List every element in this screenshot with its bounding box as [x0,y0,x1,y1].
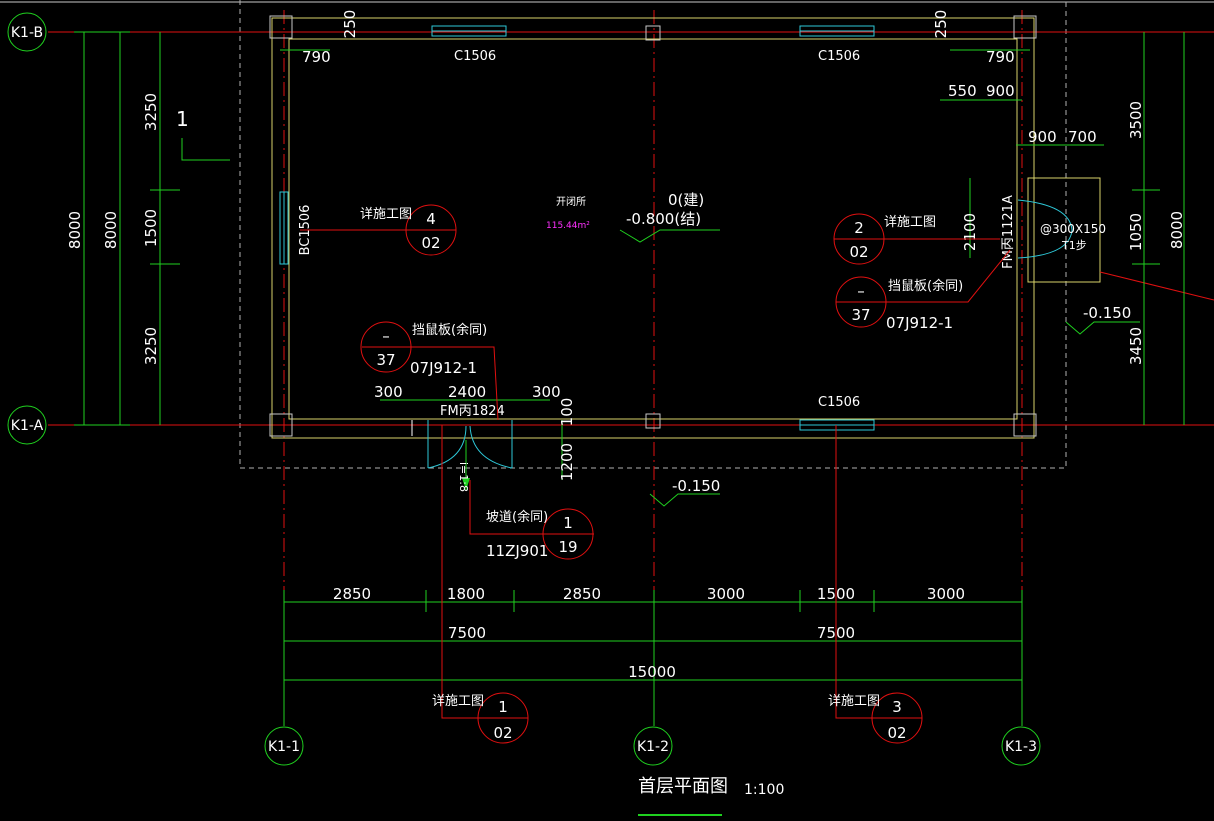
door-label-main: FM丙1824 [440,404,505,419]
dim-left-seg3: 3250 [142,327,160,365]
section-mark-line [181,138,230,161]
dim-1200: 1200 [558,443,576,481]
svg-text:19: 19 [558,538,577,556]
svg-text:4: 4 [426,210,436,228]
svg-text:K1-3: K1-3 [1005,739,1037,755]
room-level-marker [619,229,720,243]
svg-text:1: 1 [498,698,508,716]
axis-bubble-k1-a: K1-A [7,405,47,445]
svg-text:详施工图: 详施工图 [432,694,484,709]
svg-text:2: 2 [854,219,864,237]
callout-detail-3-02: 详施工图 3 02 [828,425,923,744]
svg-text:K1-1: K1-1 [268,739,300,755]
svg-text:详施工图: 详施工图 [360,207,412,222]
svg-text:详施工图: 详施工图 [884,215,936,230]
svg-text:11ZJ901: 11ZJ901 [486,542,548,560]
dim-790-right: 790 [986,48,1015,66]
window-bc1506-left [279,191,289,265]
top-dimension-lines [280,49,1104,480]
window-label-bottom: C1506 [818,395,860,410]
dim-left-total-outer: 8000 [66,211,84,249]
window-c1506-top-right [799,25,875,37]
callout-detail-1-02: 详施工图 1 02 [432,425,529,744]
dim-100: 100 [558,398,576,427]
callout-detail-4-02: 详施工图 4 02 [300,204,457,256]
svg-text:–: – [382,327,390,345]
room-area: 115.44m² [546,221,590,231]
svg-text:K1-2: K1-2 [637,739,669,755]
step-label: T1步 [1061,239,1087,252]
dim-250-right: 250 [932,10,950,39]
svg-text:挡鼠板(余同): 挡鼠板(余同) [888,278,963,294]
svg-text:详施工图: 详施工图 [828,694,880,709]
window-label-top-right: C1506 [818,49,860,64]
bottom-dimension-chains [283,590,1023,726]
dim-right-seg2: 1050 [1127,213,1145,251]
svg-text:02: 02 [887,724,906,742]
svg-text:07J912-1: 07J912-1 [886,314,953,332]
dim-bottom-7500-a: 7500 [448,624,486,642]
dim-bottom-2850-b: 2850 [563,585,601,603]
floor-plan-drawing: K1-B K1-A K1-1 K1-2 K1-3 8000 8000 3250 … [0,0,1214,816]
room-level-structural: -0.800(结) [626,210,701,228]
dim-right-seg3: 3450 [1127,327,1145,365]
dim-300-right: 300 [532,383,561,401]
left-dimension-chain [74,31,180,426]
room-level-architectural: 0(建) [668,191,704,209]
dim-right-total: 8000 [1168,211,1186,249]
svg-text:K1-B: K1-B [11,25,43,41]
svg-text:37: 37 [376,351,395,369]
dim-bottom-1800: 1800 [447,585,485,603]
window-c1506-top-left [431,25,507,37]
dim-bottom-3000-b: 3000 [927,585,965,603]
dim-right-seg1: 3500 [1127,101,1145,139]
svg-text:挡鼠板(余同): 挡鼠板(余同) [412,322,487,338]
svg-text:K1-A: K1-A [11,418,44,434]
svg-text:37: 37 [851,306,870,324]
room-name: 开闭所 [556,195,586,208]
svg-text:–: – [857,282,865,300]
drawing-title: 首层平面图 [638,776,728,797]
drawing-scale: 1:100 [744,782,784,798]
window-label-top-left: C1506 [454,49,496,64]
dim-900-top: 900 [986,82,1015,100]
level-marker-bottom [649,493,720,507]
dim-790-left: 790 [302,48,331,66]
dim-bottom-3000-a: 3000 [707,585,745,603]
dim-300-left: 300 [374,383,403,401]
callout-rat-plate-right: 挡鼠板(余同) – 37 07J912-1 [835,249,1011,332]
svg-text:02: 02 [493,724,512,742]
callout-ramp: 坡道(余同) 1 19 11ZJ901 [469,480,594,560]
ramp-slope: i=1:8 [457,462,470,492]
svg-text:坡道(余同): 坡道(余同) [486,509,548,525]
dim-bottom-15000: 15000 [628,663,676,681]
dim-left-seg2: 1500 [142,209,160,247]
dim-700: 700 [1068,128,1097,146]
svg-text:02: 02 [849,243,868,261]
window-c1506-bottom [799,419,875,431]
axis-bubble-k1-b: K1-B [7,12,47,52]
section-mark: 1 [176,107,189,131]
step-size: @300X150 [1040,222,1106,236]
dim-550: 550 [948,82,977,100]
dim-left-total-inner: 8000 [102,211,120,249]
svg-text:02: 02 [421,234,440,252]
dim-2100: 2100 [961,213,979,251]
axis-bubble-k1-3: K1-3 [1001,726,1041,766]
axis-bubble-k1-1: K1-1 [264,726,304,766]
svg-text:07J912-1: 07J912-1 [410,359,477,377]
svg-text:1: 1 [563,514,573,532]
dim-250-left: 250 [341,10,359,39]
dim-left-seg1: 3250 [142,93,160,131]
dim-900-door: 900 [1028,128,1057,146]
dim-bottom-2850-a: 2850 [333,585,371,603]
svg-text:3: 3 [892,698,902,716]
level-outside-right: -0.150 [1083,304,1131,322]
dim-2400: 2400 [448,383,486,401]
level-outside-bottom: -0.150 [672,477,720,495]
axis-bubble-k1-2: K1-2 [633,726,673,766]
